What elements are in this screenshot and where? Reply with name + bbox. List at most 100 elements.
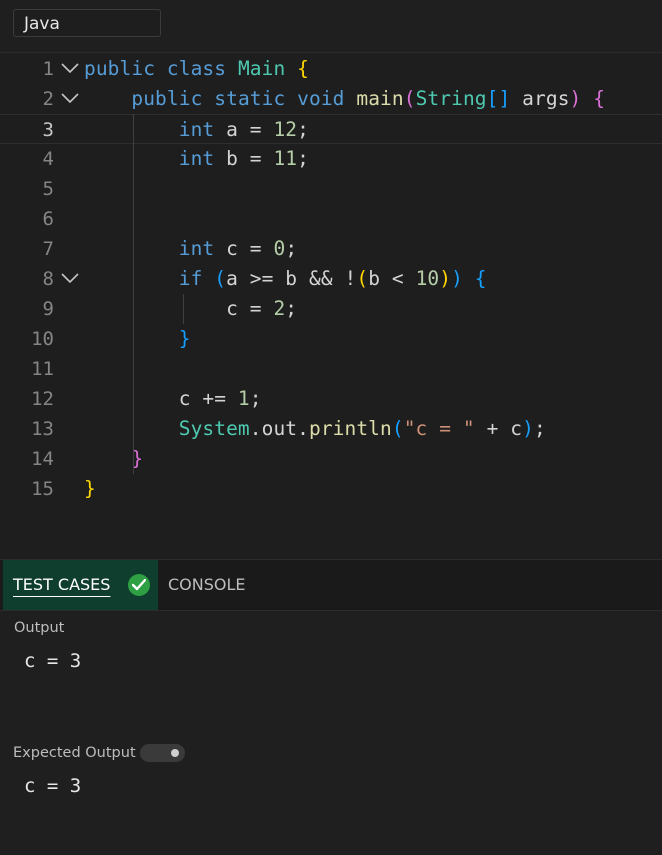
code-text: if (a >= b && !(b < 10)) { xyxy=(84,264,487,294)
code-token: if xyxy=(178,267,203,290)
line-number: 3 xyxy=(42,119,54,141)
check-circle-icon xyxy=(128,574,150,596)
code-token: int xyxy=(178,237,215,260)
code-line[interactable]: 5 xyxy=(0,174,662,204)
code-token: ; xyxy=(285,237,298,260)
code-line[interactable]: 10 } xyxy=(0,324,662,354)
code-token: int xyxy=(178,118,215,141)
indent-guide xyxy=(183,294,184,324)
output-label: Output xyxy=(14,620,65,636)
code-token: 0 xyxy=(273,237,286,260)
line-number: 9 xyxy=(42,298,54,320)
code-token: ( xyxy=(403,87,416,110)
code-token: ( xyxy=(391,417,404,440)
code-line[interactable]: 13 System.out.println("c = " + c); xyxy=(0,414,662,444)
line-number: 11 xyxy=(31,358,54,380)
code-text: } xyxy=(84,474,96,504)
code-token: ) xyxy=(569,87,582,110)
code-token: ) xyxy=(451,267,463,290)
code-token: a >= b && ! xyxy=(226,267,357,290)
code-token: ) xyxy=(522,417,534,440)
toggle-knob xyxy=(171,749,179,757)
code-token: + c xyxy=(474,417,523,440)
code-token: ; xyxy=(297,118,309,141)
code-token: c += xyxy=(84,387,238,410)
code-line[interactable]: 3 int a = 12; xyxy=(0,114,662,144)
line-number: 8 xyxy=(42,268,54,290)
code-token: ) xyxy=(439,267,452,290)
line-number: 6 xyxy=(42,208,54,230)
code-token: b < xyxy=(368,267,416,290)
code-line[interactable]: 7 int c = 0; xyxy=(0,234,662,264)
code-line[interactable]: 6 xyxy=(0,204,662,234)
code-token: "c = " xyxy=(403,417,475,440)
code-line[interactable]: 9 c = 2; xyxy=(0,294,662,324)
editor-header: Java xyxy=(0,0,662,53)
code-token: c = xyxy=(214,237,274,260)
code-line[interactable]: 14 } xyxy=(0,444,662,474)
code-text: c = 2; xyxy=(84,294,297,324)
code-text: System.out.println("c = " + c); xyxy=(84,414,546,444)
code-line[interactable]: 1 public class Main { xyxy=(0,54,662,84)
code-token: main xyxy=(356,87,404,110)
tab-console[interactable]: CONSOLE xyxy=(168,560,246,610)
code-token: { xyxy=(593,87,606,110)
code-token: ; xyxy=(533,417,546,440)
code-token: args xyxy=(510,87,570,110)
expected-output-value: c = 3 xyxy=(24,775,82,797)
code-text: public static void main(String[] args) { xyxy=(84,84,605,114)
code-token: 12 xyxy=(273,118,298,141)
code-token: public xyxy=(131,87,203,110)
line-number: 10 xyxy=(31,328,54,350)
code-text: } xyxy=(84,324,191,354)
chevron-down-icon[interactable] xyxy=(60,264,80,294)
code-token: { xyxy=(474,267,487,290)
chevron-down-icon[interactable] xyxy=(60,84,80,114)
code-text: int a = 12; xyxy=(84,115,309,145)
code-token: ; xyxy=(249,387,262,410)
code-line[interactable]: 8 if (a >= b && !(b < 10)) { xyxy=(0,264,662,294)
tab-test-cases-label: TEST CASES xyxy=(13,575,111,594)
code-token: 2 xyxy=(273,297,286,320)
line-number: 1 xyxy=(42,58,54,80)
code-token: ( xyxy=(356,267,369,290)
code-line[interactable]: 4 int b = 11; xyxy=(0,144,662,174)
line-number: 13 xyxy=(31,418,54,440)
code-token: ( xyxy=(214,267,227,290)
line-number: 12 xyxy=(31,388,54,410)
code-line[interactable]: 11 xyxy=(0,354,662,384)
code-token: class xyxy=(166,57,227,80)
code-line[interactable]: 2 public static void main(String[] args)… xyxy=(0,84,662,114)
code-line[interactable]: 12 c += 1; xyxy=(0,384,662,414)
code-token: [] xyxy=(486,87,511,110)
tab-test-cases[interactable]: TEST CASES xyxy=(3,560,158,610)
code-editor[interactable]: 1 public class Main {2 public static void… xyxy=(0,54,662,558)
chevron-down-icon[interactable] xyxy=(60,54,80,84)
expected-output-toggle[interactable] xyxy=(140,744,185,762)
panel-tabs: TEST CASES CONSOLE xyxy=(0,559,662,611)
language-select[interactable]: Java xyxy=(13,9,161,37)
code-token: public xyxy=(84,57,156,80)
expected-output-label: Expected Output xyxy=(13,745,136,761)
code-line[interactable]: 15} xyxy=(0,474,662,504)
code-token: Main xyxy=(237,57,286,80)
code-text: public class Main { xyxy=(84,54,309,84)
code-token: ; xyxy=(285,297,298,320)
indent-guide xyxy=(133,114,134,474)
code-token: 10 xyxy=(415,267,440,290)
